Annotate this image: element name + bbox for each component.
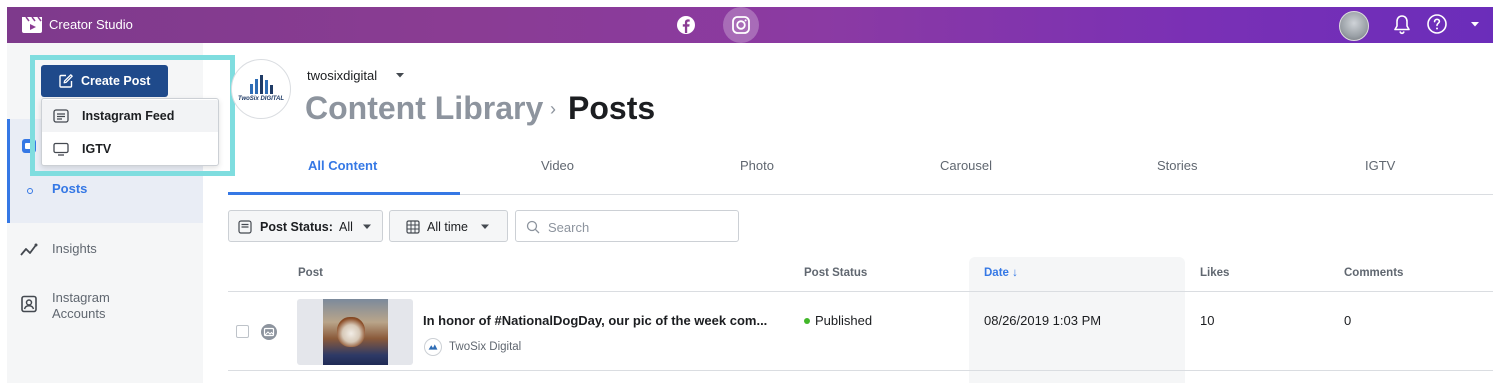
creator-studio-window: Creator Studio Posts Insights Instagram … <box>7 7 1493 383</box>
caret-down-icon[interactable] <box>1467 16 1483 32</box>
page-title: Posts <box>568 90 656 126</box>
column-header-post: Post <box>298 267 323 279</box>
tab-igtv[interactable]: IGTV <box>1365 158 1395 173</box>
post-status: Published <box>815 313 873 328</box>
breadcrumb-content-library[interactable]: Content Library <box>305 90 543 127</box>
post-likes: 10 <box>1200 313 1215 328</box>
post-status-filter[interactable]: Post Status: All <box>228 210 383 242</box>
tab-photo[interactable]: Photo <box>740 158 774 173</box>
active-tab-indicator <box>228 192 460 195</box>
annotation-highlight-box <box>30 55 235 176</box>
post-status-value: All <box>339 220 353 234</box>
time-filter-value: All time <box>427 220 468 234</box>
published-status-dot <box>804 318 810 324</box>
account-avatar-text: TwoSix DIGITAL <box>238 96 284 102</box>
post-comments: 0 <box>1344 313 1352 328</box>
search-box[interactable] <box>515 210 739 242</box>
calendar-table-icon <box>406 220 420 234</box>
dog-image <box>337 317 365 347</box>
instagram-platform-button[interactable] <box>723 7 759 43</box>
caret-down-icon <box>363 224 371 229</box>
photo-post-icon <box>261 324 277 340</box>
top-bar: Creator Studio <box>7 7 1493 43</box>
sidebar-item-posts[interactable]: Posts <box>52 181 87 196</box>
posts-bullet-icon <box>27 188 33 194</box>
column-header-likes[interactable]: Likes <box>1200 267 1229 279</box>
table-divider <box>228 370 1493 371</box>
post-source: TwoSix Digital <box>449 341 522 353</box>
sidebar-item-insights[interactable]: Insights <box>52 241 97 256</box>
post-title[interactable]: In honor of #NationalDogDay, our pic of … <box>423 313 767 328</box>
column-header-post-status[interactable]: Post Status <box>804 267 867 279</box>
instagram-icon <box>732 16 750 34</box>
help-icon[interactable] <box>1425 12 1449 36</box>
insights-icon <box>20 243 38 256</box>
user-avatar[interactable] <box>1339 11 1369 41</box>
sidebar-item-instagram-accounts[interactable]: Instagram Accounts <box>52 290 142 322</box>
post-thumbnail[interactable] <box>297 299 413 365</box>
accounts-icon <box>21 295 37 313</box>
status-filter-icon <box>238 220 252 234</box>
table-divider <box>228 291 1493 292</box>
time-filter[interactable]: All time <box>389 210 508 242</box>
account-avatar[interactable]: TwoSix DIGITAL <box>231 59 291 119</box>
tab-stories[interactable]: Stories <box>1157 158 1197 173</box>
facebook-icon <box>677 16 695 34</box>
row-checkbox[interactable] <box>236 325 249 338</box>
content-tabs: All Content Video Photo Carousel Stories… <box>228 147 1493 195</box>
caret-down-icon[interactable] <box>395 70 405 80</box>
app-title: Creator Studio <box>49 17 133 32</box>
creator-studio-logo-icon <box>22 16 42 33</box>
post-date: 08/26/2019 1:03 PM <box>984 313 1102 328</box>
tab-video[interactable]: Video <box>541 158 574 173</box>
tab-carousel[interactable]: Carousel <box>940 158 992 173</box>
account-mini-avatar-icon <box>424 338 442 356</box>
tab-all-content[interactable]: All Content <box>308 158 377 173</box>
search-input[interactable] <box>548 217 728 237</box>
search-icon <box>526 220 540 234</box>
bell-icon[interactable] <box>1390 13 1414 37</box>
brand-logo-icon <box>250 75 273 94</box>
facebook-platform-button[interactable] <box>674 13 698 37</box>
post-status-label: Post Status: <box>260 220 333 234</box>
caret-down-icon <box>481 224 489 229</box>
account-switcher[interactable]: twosixdigital <box>307 68 377 83</box>
chevron-right-icon: › <box>550 99 556 119</box>
column-header-comments[interactable]: Comments <box>1344 267 1403 279</box>
column-header-date[interactable]: Date ↓ <box>984 267 1018 279</box>
